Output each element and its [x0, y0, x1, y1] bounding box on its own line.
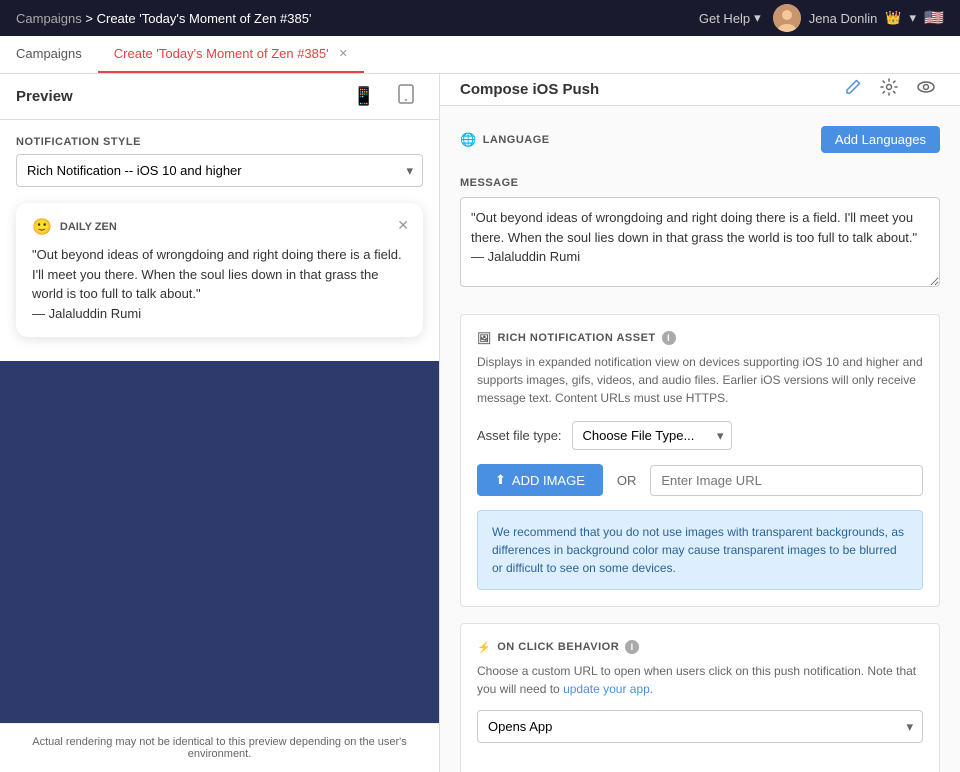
eye-icon [916, 80, 936, 100]
upload-icon: ⬆ [495, 472, 506, 488]
message-section: MESSAGE "Out beyond ideas of wrongdoing … [460, 177, 940, 290]
main-content: Preview 📱 NOTIFICATION STYLE [0, 74, 960, 772]
tab-create-campaign[interactable]: Create 'Today's Moment of Zen #385' ✕ [98, 35, 364, 73]
compose-title: Compose iOS Push [460, 81, 599, 98]
warning-box: We recommend that you do not use images … [477, 510, 923, 590]
compose-panel: Compose iOS Push [440, 74, 960, 772]
preview-panel: Preview 📱 NOTIFICATION STYLE [0, 74, 440, 772]
notif-header: 🙂 DAILY ZEN [32, 217, 407, 237]
notif-body: "Out beyond ideas of wrongdoing and righ… [32, 245, 407, 323]
lightning-icon: ⚡ [477, 641, 491, 654]
or-text: OR [617, 473, 637, 488]
breadcrumb: Campaigns > Create 'Today's Moment of Ze… [16, 11, 311, 26]
compose-header: Compose iOS Push [440, 74, 960, 106]
tab-close-icon[interactable]: ✕ [339, 47, 348, 60]
user-chevron-icon: ▾ [910, 10, 917, 26]
preview-toggle-button[interactable] [912, 74, 940, 105]
add-image-button[interactable]: ⬆ ADD IMAGE [477, 464, 603, 496]
device-toggle: 📱 [347, 79, 423, 114]
notif-app-name: DAILY ZEN [60, 221, 117, 233]
preview-dark-area [0, 361, 439, 723]
notification-style-label: NOTIFICATION STYLE [16, 136, 423, 148]
opens-app-select-wrapper: Opens App Opens URL Deep Link ▾ [477, 710, 923, 743]
compose-body: 🌐 LANGUAGE Add Languages MESSAGE "Out be… [440, 106, 960, 772]
language-section-header: 🌐 LANGUAGE Add Languages [460, 126, 940, 153]
asset-type-row: Asset file type: Choose File Type... Ima… [477, 421, 923, 450]
message-label: MESSAGE [460, 177, 940, 189]
on-click-desc: Choose a custom URL to open when users c… [477, 662, 923, 698]
topbar: Campaigns > Create 'Today's Moment of Ze… [0, 0, 960, 36]
notification-style-select[interactable]: Rich Notification -- iOS 10 and higher S… [16, 154, 423, 187]
notification-style-select-wrapper: Rich Notification -- iOS 10 and higher S… [16, 154, 423, 187]
language-section: 🌐 LANGUAGE Add Languages [460, 126, 940, 153]
avatar [773, 4, 801, 32]
asset-type-label: Asset file type: [477, 428, 562, 443]
globe-icon: 🌐 [460, 132, 477, 148]
file-type-select[interactable]: Choose File Type... Image GIF Video Audi… [572, 421, 732, 450]
preview-header: Preview 📱 [0, 74, 439, 120]
message-textarea[interactable]: "Out beyond ideas of wrongdoing and righ… [460, 197, 940, 287]
crown-icon: 👑 [885, 10, 901, 26]
flag-icon: 🇺🇸 [924, 8, 944, 28]
rich-notification-section: 🖼 RICH NOTIFICATION ASSET i Displays in … [460, 314, 940, 607]
on-click-info-icon: i [625, 640, 639, 654]
pencil-icon [844, 80, 862, 100]
breadcrumb-separator: > [85, 11, 96, 26]
breadcrumb-current: Create 'Today's Moment of Zen #385' [97, 11, 312, 26]
update-app-link[interactable]: update your app. [563, 682, 653, 696]
file-type-select-wrapper: Choose File Type... Image GIF Video Audi… [572, 421, 732, 450]
notification-preview-card: 🙂 DAILY ZEN ✕ "Out beyond ideas of wrong… [16, 203, 423, 337]
notif-close-button[interactable]: ✕ [397, 217, 409, 234]
preview-title: Preview [16, 88, 73, 105]
image-url-input[interactable] [650, 465, 923, 496]
preview-body: NOTIFICATION STYLE Rich Notification -- … [0, 120, 439, 361]
gear-icon [880, 80, 898, 100]
on-click-section: ⚡ ON CLICK BEHAVIOR i Choose a custom UR… [460, 623, 940, 772]
mobile-device-button[interactable]: 📱 [347, 79, 381, 114]
compose-actions [840, 74, 940, 105]
get-help-button[interactable]: Get Help ▾ [699, 10, 761, 26]
tablet-icon [395, 89, 417, 109]
rich-notification-label: 🖼 RICH NOTIFICATION ASSET i [477, 331, 923, 345]
tabs-bar: Campaigns Create 'Today's Moment of Zen … [0, 36, 960, 74]
user-name: Jena Donlin [809, 11, 878, 26]
language-label: 🌐 LANGUAGE [460, 132, 550, 148]
rich-notification-info-icon: i [662, 331, 676, 345]
settings-button[interactable] [876, 74, 902, 105]
notif-smiley-icon: 🙂 [32, 217, 52, 237]
tablet-device-button[interactable] [389, 79, 423, 114]
topbar-right: Get Help ▾ Jena Donlin 👑 ▾ 🇺🇸 [699, 4, 944, 32]
rich-notification-desc: Displays in expanded notification view o… [477, 353, 923, 407]
breadcrumb-campaigns-link[interactable]: Campaigns [16, 11, 82, 26]
chevron-down-icon: ▾ [754, 10, 761, 26]
preview-note: Actual rendering may not be identical to… [0, 723, 439, 772]
image-icon: 🖼 [477, 332, 491, 345]
upload-row: ⬆ ADD IMAGE OR [477, 464, 923, 496]
edit-button[interactable] [840, 74, 866, 105]
mobile-phone-icon: 📱 [353, 86, 375, 106]
add-languages-button[interactable]: Add Languages [821, 126, 940, 153]
tab-campaigns[interactable]: Campaigns [0, 35, 98, 73]
opens-app-select[interactable]: Opens App Opens URL Deep Link [477, 710, 923, 743]
on-click-label: ⚡ ON CLICK BEHAVIOR i [477, 640, 923, 654]
user-menu[interactable]: Jena Donlin 👑 ▾ 🇺🇸 [773, 4, 944, 32]
